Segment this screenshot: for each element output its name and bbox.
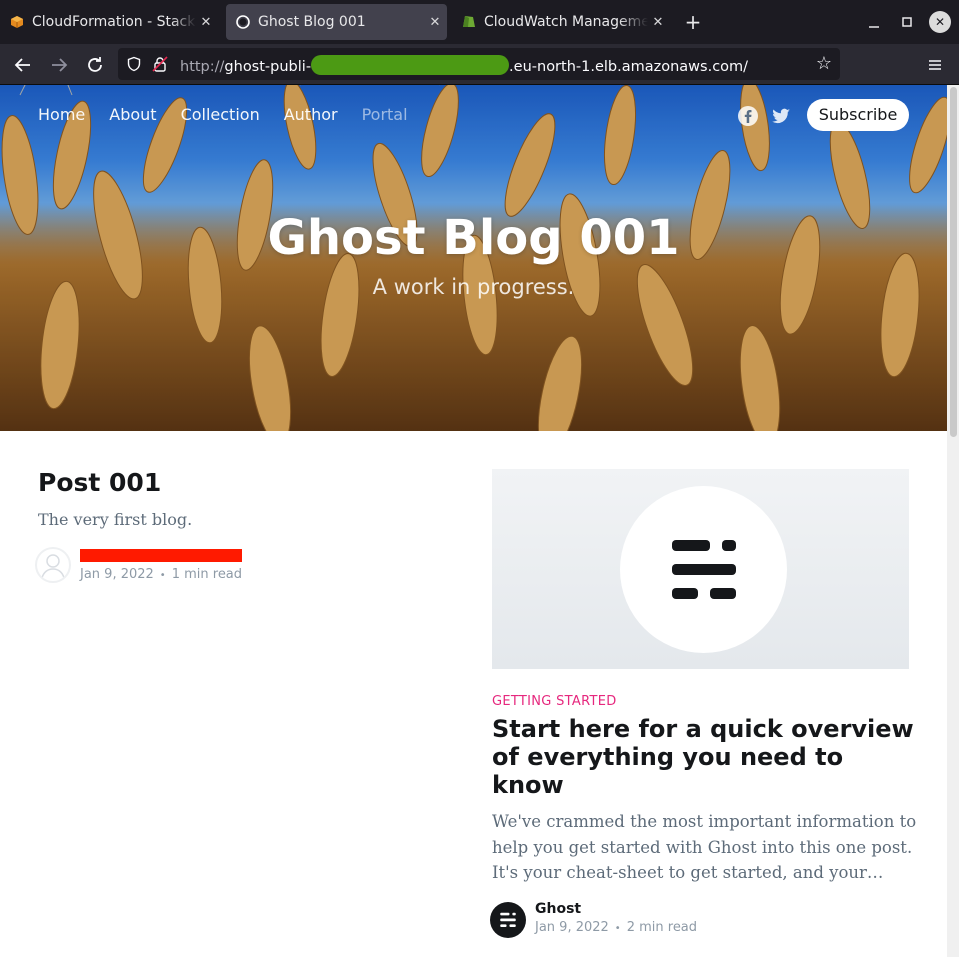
post-excerpt[interactable]: The very first blog. [38,510,192,529]
tab-title: CloudWatch Managemen [484,14,648,30]
bookmark-star-icon[interactable]: ☆ [814,54,834,74]
close-tab-icon[interactable]: ✕ [196,15,216,30]
tab-title: Ghost Blog 001 [258,14,366,30]
author-name-redaction [80,549,242,562]
nav-collection[interactable]: Collection [181,105,260,124]
new-tab-button[interactable]: + [680,10,706,36]
url-host-prefix: ghost-publi- [224,59,312,75]
twitter-icon[interactable] [770,105,792,127]
browser-tab-bar: CloudFormation - Stack g ✕ Ghost Blog 00… [0,0,959,44]
tab-cloudformation[interactable]: CloudFormation - Stack g ✕ [0,4,218,40]
close-tab-icon[interactable]: ✕ [425,15,445,30]
nav-home[interactable]: Home [38,105,85,124]
meta-separator: • [159,570,166,581]
author-name[interactable]: Ghost [535,901,581,917]
close-window-icon[interactable]: ✕ [929,11,951,33]
nav-about[interactable]: About [109,105,156,124]
ghost-logo-icon [236,15,250,29]
facebook-icon[interactable] [737,105,759,127]
post-feature-image[interactable] [492,469,909,669]
post-title[interactable]: Start here for a quick overview of every… [492,715,922,799]
ghost-logo-circle [620,486,787,653]
url-redaction [311,55,510,75]
post-title[interactable]: Post 001 [38,468,161,497]
post-date: Jan 9, 2022 [80,567,154,582]
reading-time: 2 min read [626,920,698,935]
aws-cube-icon [11,16,23,28]
close-tab-icon[interactable]: ✕ [648,15,668,30]
scrollbar-thumb[interactable] [950,87,957,437]
post-tag[interactable]: GETTING STARTED [492,694,617,709]
address-bar[interactable]: http://ghost-publi- .eu-north-1.elb.amazo… [118,48,840,80]
hamburger-menu-icon[interactable] [924,54,946,76]
post-meta: Jan 9, 2022 • 2 min read [535,920,697,935]
nav-portal[interactable]: Portal [362,105,408,124]
ghost-logo-icon [672,540,736,599]
maximize-window-icon[interactable] [895,10,919,34]
meta-separator: • [614,923,621,934]
browser-toolbar: http://ghost-publi- .eu-north-1.elb.amazo… [0,44,959,85]
nav-author[interactable]: Author [284,105,338,124]
author-avatar[interactable] [35,547,71,583]
back-arrow-icon[interactable] [9,51,37,79]
author-avatar[interactable] [490,902,526,938]
url-scheme: http:// [180,59,225,75]
tab-cloudwatch[interactable]: CloudWatch Managemen ✕ [452,4,670,40]
post-excerpt[interactable]: We've crammed the most important informa… [492,809,917,886]
ghost-logo-icon [500,912,516,928]
minimize-window-icon[interactable] [862,10,886,34]
tracking-shield-icon[interactable] [126,56,142,72]
reload-icon[interactable] [81,51,109,79]
url-text[interactable]: http://ghost-publi- .eu-north-1.elb.amazo… [180,55,748,75]
cloudwatch-icon [463,16,475,27]
page-viewport: Home About Collection Author Portal Subs… [0,85,959,957]
page-scrollbar[interactable] [947,85,959,957]
reading-time: 1 min read [171,567,243,582]
post-meta: Jan 9, 2022 • 1 min read [80,567,242,582]
tab-title: CloudFormation - Stack g [32,14,196,30]
site-title: Ghost Blog 001 [267,210,680,266]
tab-ghost-blog[interactable]: Ghost Blog 001 ✕ [226,4,447,40]
forward-arrow-icon[interactable] [45,51,73,79]
site-navigation: Home About Collection Author Portal [38,105,432,124]
insecure-lock-icon[interactable] [152,56,168,72]
subscribe-button[interactable]: Subscribe [807,99,909,131]
site-header-cover: Home About Collection Author Portal Subs… [0,85,947,431]
post-date: Jan 9, 2022 [535,920,609,935]
url-host-suffix: .eu-north-1.elb.amazonaws.com/ [509,59,749,75]
user-placeholder-icon [41,554,65,579]
site-description: A work in progress. [372,275,575,299]
